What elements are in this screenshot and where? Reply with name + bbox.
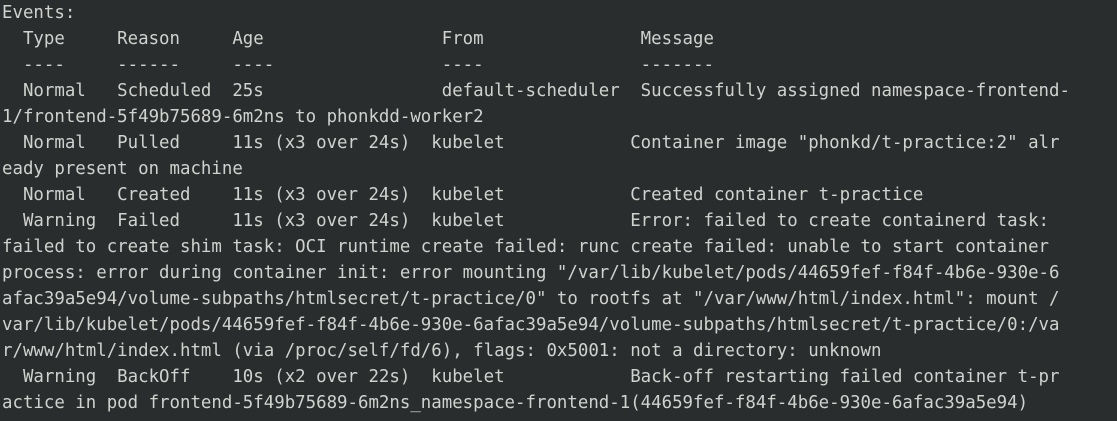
events-header-line: Events: bbox=[2, 3, 76, 23]
event-row-failed: Warning Failed 11s (x3 over 24s) kubelet… bbox=[2, 211, 1050, 231]
event-row-failed-wrap-3: afac39a5e94/volume-subpaths/htmlsecret/t… bbox=[2, 289, 1060, 309]
event-row-failed-wrap-1: failed to create shim task: OCI runtime … bbox=[2, 237, 1050, 257]
terminal-output[interactable]: Events: Type Reason Age From Message ---… bbox=[0, 0, 1117, 421]
event-row-failed-wrap-2: process: error during container init: er… bbox=[2, 263, 1060, 283]
event-row-created: Normal Created 11s (x3 over 24s) kubelet… bbox=[2, 185, 924, 205]
event-row-pulled: Normal Pulled 11s (x3 over 24s) kubelet … bbox=[2, 133, 1060, 153]
table-header-row: Type Reason Age From Message bbox=[2, 29, 714, 49]
event-row-scheduled-wrap: 1/frontend-5f49b75689-6m2ns to phonkdd-w… bbox=[2, 107, 484, 127]
event-row-failed-wrap-5: r/www/html/index.html (via /proc/self/fd… bbox=[2, 341, 882, 361]
event-row-scheduled: Normal Scheduled 25s default-scheduler S… bbox=[2, 81, 1070, 101]
event-row-backoff: Warning BackOff 10s (x2 over 22s) kubele… bbox=[2, 367, 1060, 387]
table-header-separator: ---- ------ ---- ---- ------- bbox=[2, 55, 714, 75]
event-row-pulled-wrap: eady present on machine bbox=[2, 159, 243, 179]
event-row-failed-wrap-4: var/lib/kubelet/pods/44659fef-f84f-4b6e-… bbox=[2, 315, 1060, 335]
event-row-backoff-wrap: actice in pod frontend-5f49b75689-6m2ns_… bbox=[2, 393, 1029, 413]
